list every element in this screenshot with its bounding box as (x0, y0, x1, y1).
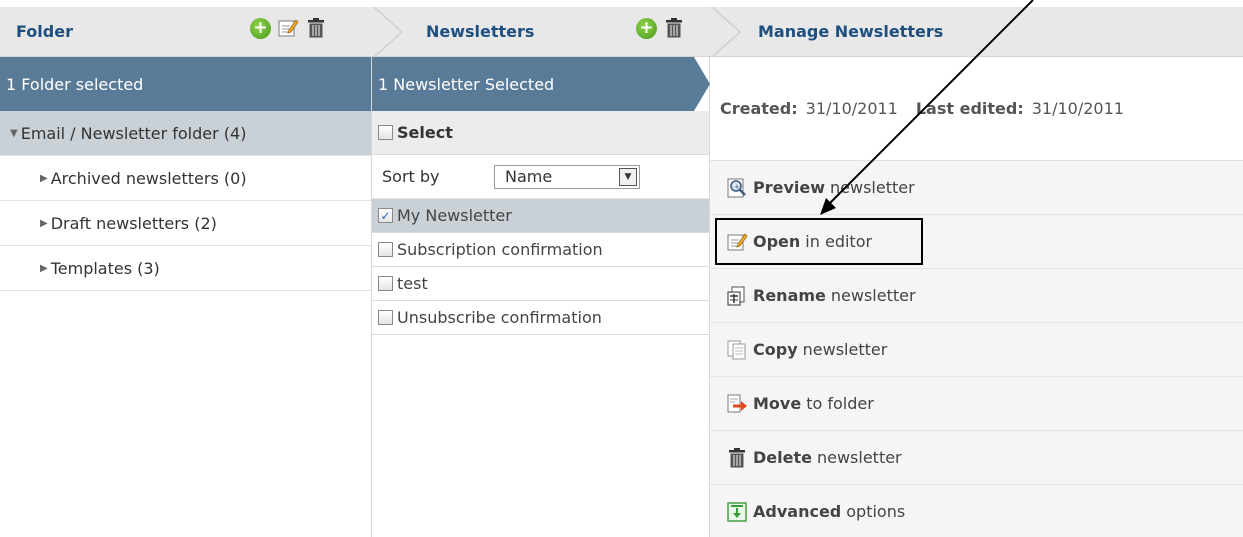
folder-panel-title: Folder (16, 22, 73, 41)
action-rest-label: options (846, 502, 906, 521)
sort-value: Name (505, 167, 553, 186)
action-bold-label: Move (753, 394, 802, 413)
sort-dropdown[interactable]: Name ▼ (494, 164, 640, 189)
folder-item-label: Templates (3) (50, 258, 160, 278)
newsletter-selected-bar: 1 Newsletter Selected (372, 57, 710, 111)
action-rest-label: newsletter (830, 286, 916, 305)
newsletter-selected-label: 1 Newsletter Selected (378, 74, 555, 94)
trash-icon (725, 446, 749, 470)
newsletter-label: test (397, 274, 428, 293)
select-all-row[interactable]: Select (372, 111, 709, 155)
action-rest-label: newsletter (830, 178, 915, 197)
copy-newsletter-action[interactable]: Copy newsletter (710, 323, 1243, 377)
newsletter-item-unsubscribe[interactable]: Unsubscribe confirmation (372, 301, 709, 335)
action-bold-label: Delete (753, 448, 812, 467)
folder-item-label: Email / Newsletter folder (4) (20, 123, 247, 143)
add-newsletter-icon[interactable]: + (636, 17, 657, 39)
breadcrumb-chevron-icon (711, 7, 742, 57)
folder-item-archived[interactable]: ▶ Archived newsletters (0) (0, 156, 371, 201)
action-rest-label: to folder (806, 394, 874, 413)
action-bold-label: Rename (753, 286, 826, 305)
advanced-options-action[interactable]: Advanced options (710, 485, 1243, 537)
newsletter-checkbox[interactable] (378, 276, 393, 291)
edit-folder-icon[interactable] (277, 17, 299, 39)
copy-icon (725, 338, 749, 362)
action-rest-label: newsletter (802, 340, 888, 359)
newsletter-checkbox[interactable]: ✓ (378, 208, 393, 223)
expand-triangle-icon[interactable]: ▶ (40, 218, 48, 229)
add-folder-icon[interactable]: + (250, 17, 271, 39)
newsletter-label: My Newsletter (397, 206, 512, 225)
move-to-folder-action[interactable]: Move to folder (710, 377, 1243, 431)
newsletters-panel-header: Newsletters + (372, 7, 710, 57)
newsletter-item-subscription[interactable]: Subscription confirmation (372, 233, 709, 267)
newsletters-panel-title: Newsletters (426, 22, 535, 41)
sort-row: Sort by Name ▼ (372, 155, 709, 199)
folder-item-label: Archived newsletters (0) (50, 168, 247, 188)
delete-folder-icon[interactable] (305, 17, 327, 39)
select-all-label: Select (397, 123, 453, 142)
action-bold-label: Preview (753, 178, 826, 197)
expand-triangle-icon[interactable]: ▶ (40, 173, 48, 184)
preview-icon: + (725, 176, 749, 200)
edited-value: 31/10/2011 (1031, 99, 1124, 118)
delete-newsletter-icon[interactable] (663, 17, 685, 39)
annotation-highlight-box (715, 218, 923, 265)
folder-item-draft[interactable]: ▶ Draft newsletters (2) (0, 201, 371, 246)
newsletter-meta: Created: 31/10/2011 Last edited: 31/10/2… (710, 57, 1243, 161)
svg-text:+: + (734, 183, 740, 191)
newsletter-checkbox[interactable] (378, 310, 393, 325)
newsletters-panel: 1 Newsletter Selected Select Sort by Nam… (372, 57, 710, 537)
newsletter-label: Subscription confirmation (397, 240, 603, 259)
newsletter-checkbox[interactable] (378, 242, 393, 257)
manage-panel-title: Manage Newsletters (758, 22, 944, 41)
folder-item-email-newsletter[interactable]: ▼ Email / Newsletter folder (4) (0, 111, 371, 156)
newsletter-item-test[interactable]: test (372, 267, 709, 301)
collapse-triangle-icon[interactable]: ▼ (10, 128, 18, 139)
delete-newsletter-action[interactable]: Delete newsletter (710, 431, 1243, 485)
chevron-down-icon[interactable]: ▼ (619, 167, 637, 186)
folder-panel: 1 Folder selected ▼ Email / Newsletter f… (0, 57, 372, 537)
rename-newsletter-action[interactable]: Rename newsletter (710, 269, 1243, 323)
manage-panel-header: Manage Newsletters (710, 7, 1243, 57)
select-all-checkbox[interactable] (378, 125, 393, 140)
folder-panel-header: Folder + (0, 7, 372, 57)
manage-panel: Created: 31/10/2011 Last edited: 31/10/2… (710, 57, 1243, 537)
folder-item-templates[interactable]: ▶ Templates (3) (0, 246, 371, 291)
selected-arrow-icon (694, 57, 710, 111)
advanced-icon (725, 500, 749, 524)
move-icon (725, 392, 749, 416)
edited-label: Last edited: (915, 99, 1024, 118)
preview-newsletter-action[interactable]: + Preview newsletter (710, 161, 1243, 215)
newsletter-label: Unsubscribe confirmation (397, 308, 602, 327)
created-label: Created: (720, 99, 798, 118)
breadcrumb-chevron-icon (373, 7, 404, 57)
created-value: 31/10/2011 (805, 99, 898, 118)
folder-selected-bar: 1 Folder selected (0, 57, 371, 111)
folder-item-label: Draft newsletters (2) (50, 213, 217, 233)
action-rest-label: newsletter (816, 448, 902, 467)
newsletter-item-my-newsletter[interactable]: ✓ My Newsletter (372, 199, 709, 233)
action-bold-label: Copy (753, 340, 798, 359)
action-bold-label: Advanced (753, 502, 842, 521)
folder-selected-label: 1 Folder selected (6, 74, 144, 94)
rename-icon (725, 284, 749, 308)
expand-triangle-icon[interactable]: ▶ (40, 263, 48, 274)
sort-label: Sort by (382, 167, 440, 186)
